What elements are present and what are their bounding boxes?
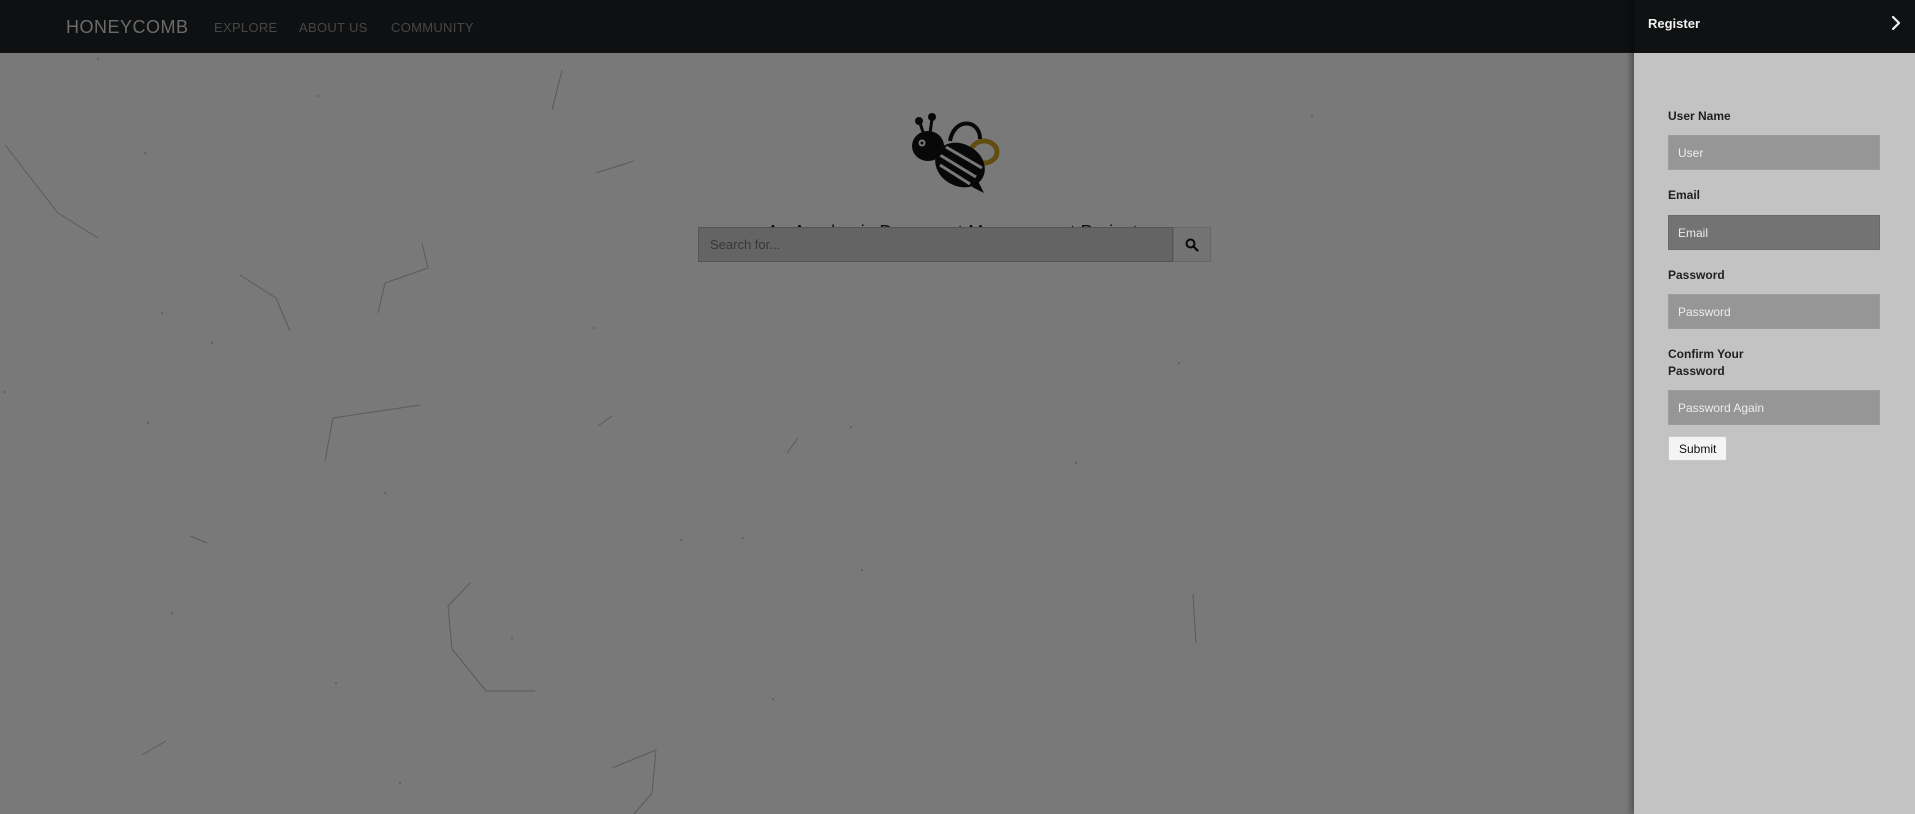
register-drawer: Register User Name Email Password Confir… (1634, 0, 1915, 814)
password-label: Password (1668, 268, 1725, 282)
drawer-title: Register (1648, 16, 1701, 31)
modal-backdrop[interactable] (0, 0, 1634, 814)
email-field[interactable] (1668, 215, 1880, 250)
email-label: Email (1668, 188, 1701, 202)
chevron-right-icon[interactable] (1887, 14, 1905, 32)
password-field[interactable] (1668, 294, 1880, 329)
username-field[interactable] (1668, 135, 1880, 170)
confirm-password-label: Confirm Your Password (1668, 347, 1744, 378)
username-label: User Name (1668, 109, 1731, 123)
confirm-password-field[interactable] (1668, 390, 1880, 425)
submit-button[interactable]: Submit (1668, 436, 1728, 461)
drawer-header: Register (1634, 0, 1915, 53)
